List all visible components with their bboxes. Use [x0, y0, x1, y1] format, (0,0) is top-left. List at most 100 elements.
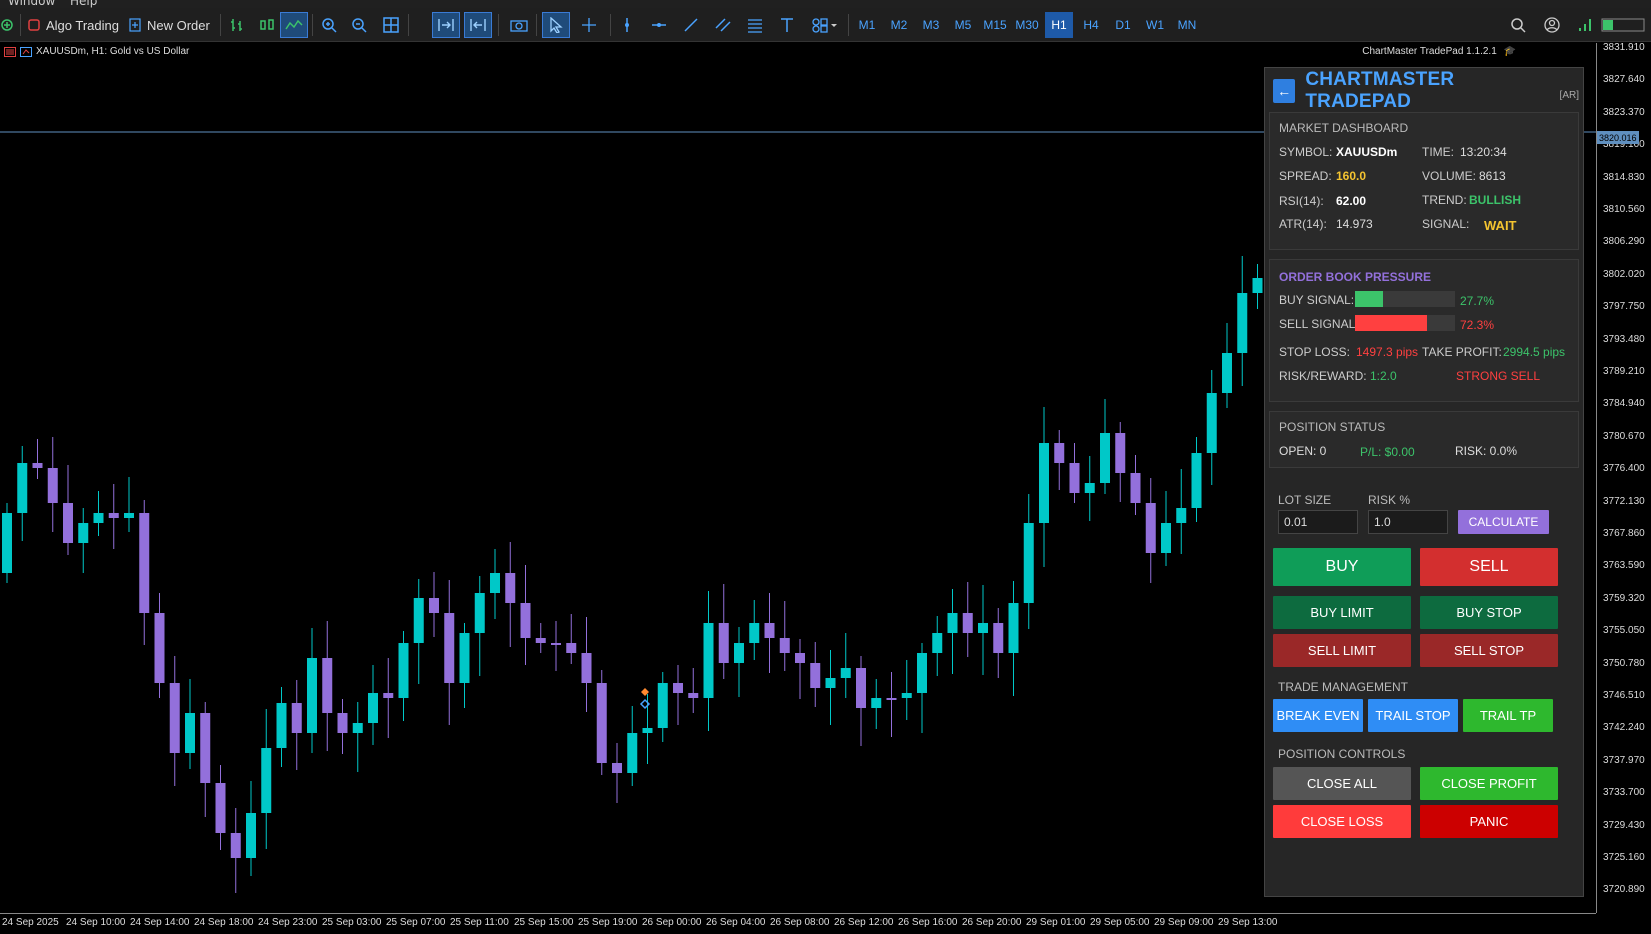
time-tick: 24 Sep 10:00 — [66, 917, 126, 928]
text-tool-icon[interactable] — [774, 12, 800, 38]
menu-help[interactable]: Help — [70, 0, 97, 8]
close-all-button[interactable]: CLOSE ALL — [1273, 767, 1411, 800]
zoom-in-icon[interactable] — [316, 12, 342, 38]
timeframe-d1[interactable]: D1 — [1109, 12, 1137, 38]
trail-stop-button[interactable]: TRAIL STOP — [1368, 699, 1458, 732]
price-tick: 3823.370 — [1603, 106, 1645, 118]
risk-pct-input[interactable]: 1.0 — [1368, 510, 1448, 534]
timeframe-w1[interactable]: W1 — [1141, 12, 1169, 38]
price-axis[interactable]: 3831.910 3827.640 3823.370 3819.100 3814.830… — [1596, 42, 1651, 913]
risk-pct-label: RISK % — [1368, 493, 1411, 507]
search-icon[interactable] — [1506, 12, 1530, 38]
stop-icon — [28, 19, 40, 31]
language-toggle[interactable]: [AR] — [1560, 90, 1579, 101]
volume-label: VOLUME: — [1422, 169, 1477, 183]
candle-body — [322, 658, 333, 713]
chart-menu-icon[interactable] — [4, 46, 16, 57]
price-tick: 3810.560 — [1603, 204, 1645, 215]
close-loss-button[interactable]: CLOSE LOSS — [1273, 805, 1411, 838]
volume-value: 8613 — [1479, 169, 1506, 183]
algo-trading-button[interactable]: Algo Trading — [28, 12, 123, 38]
timeframe-mn[interactable]: MN — [1173, 12, 1201, 38]
lot-size-input[interactable]: 0.01 — [1278, 510, 1358, 534]
buy-signal-bar — [1355, 291, 1455, 307]
candle-body — [368, 693, 378, 723]
time-tick: 29 Sep 09:00 — [1154, 917, 1214, 928]
candle-body — [505, 573, 516, 603]
spread-label: SPREAD: — [1279, 169, 1332, 183]
calculate-button[interactable]: CALCULATE — [1458, 510, 1549, 534]
crosshair-icon[interactable] — [576, 12, 602, 38]
buy-stop-button[interactable]: BUY STOP — [1420, 596, 1558, 629]
horizontal-line-icon[interactable] — [646, 12, 672, 38]
candle-body — [688, 693, 699, 698]
shapes-icon[interactable] — [806, 12, 842, 38]
order-book-pressure: ORDER BOOK PRESSURE BUY SIGNAL: 27.7% SE… — [1269, 259, 1579, 402]
price-tick: 3720.890 — [1603, 884, 1645, 896]
panic-button[interactable]: PANIC — [1420, 805, 1558, 838]
vertical-line-icon[interactable] — [614, 12, 640, 38]
sell-limit-button[interactable]: SELL LIMIT — [1273, 634, 1411, 667]
trendline-icon[interactable] — [678, 12, 704, 38]
menu-window[interactable]: Window — [8, 0, 55, 8]
add-chart-icon[interactable] — [0, 12, 14, 38]
candle-body — [612, 763, 622, 773]
fibonacci-icon[interactable] — [742, 12, 768, 38]
price-tick: 3802.020 — [1603, 268, 1645, 280]
time-tick: 26 Sep 00:00 — [642, 917, 702, 928]
time-tick: 25 Sep 11:00 — [450, 917, 509, 928]
candle-body — [703, 623, 714, 698]
zoom-out-icon[interactable] — [346, 12, 372, 38]
channel-icon[interactable] — [710, 12, 736, 38]
timeframe-m3[interactable]: M3 — [917, 12, 945, 38]
autoscroll-icon[interactable] — [432, 12, 460, 38]
bar-chart-icon[interactable] — [224, 12, 250, 38]
cursor-icon[interactable] — [542, 12, 570, 38]
price-tick: 3737.970 — [1603, 754, 1645, 766]
connection-bar-icon[interactable] — [1600, 12, 1646, 38]
candle-body — [734, 643, 744, 663]
tile-windows-icon[interactable] — [378, 12, 404, 38]
signal-value: WAIT — [1484, 218, 1517, 233]
candle-body — [749, 623, 760, 643]
orderbook-title: ORDER BOOK PRESSURE — [1279, 270, 1432, 284]
line-chart-icon[interactable] — [280, 12, 308, 38]
back-arrow-button[interactable]: ← — [1273, 79, 1296, 103]
candle-body — [581, 653, 592, 683]
timeframe-m15[interactable]: M15 — [981, 12, 1009, 38]
screenshot-icon[interactable] — [506, 12, 532, 38]
buy-button[interactable]: BUY — [1273, 548, 1411, 586]
timeframe-h4[interactable]: H4 — [1077, 12, 1105, 38]
timeframe-m1[interactable]: M1 — [853, 12, 881, 38]
signal-level-icon[interactable] — [1574, 12, 1596, 38]
buy-limit-button[interactable]: BUY LIMIT — [1273, 596, 1411, 629]
time-tick: 29 Sep 13:00 — [1218, 917, 1278, 928]
candle-body — [139, 513, 150, 613]
chart-shift-icon[interactable] — [464, 12, 492, 38]
sell-button[interactable]: SELL — [1420, 548, 1558, 586]
chart-type-icon[interactable] — [20, 46, 32, 57]
candlestick-icon[interactable] — [254, 12, 280, 38]
price-tick: 3772.130 — [1603, 495, 1645, 507]
trail-tp-button[interactable]: TRAIL TP — [1463, 699, 1553, 732]
back-arrow-icon: ← — [1277, 83, 1292, 99]
time-tick: 25 Sep 15:00 — [514, 917, 574, 928]
symbol-info: XAUUSDm, H1: Gold vs US Dollar — [36, 46, 190, 57]
account-icon[interactable] — [1540, 12, 1564, 38]
sell-stop-button[interactable]: SELL STOP — [1420, 634, 1558, 667]
time-axis[interactable]: 24 Sep 2025 24 Sep 10:00 24 Sep 14:00 24 Se… — [0, 913, 1596, 934]
candle-body — [1084, 483, 1095, 493]
market-dashboard: MARKET DASHBOARD SYMBOL: XAUUSDm TIME: 1… — [1269, 112, 1579, 250]
stop-loss-value: 1497.3 pips — [1356, 345, 1419, 359]
break-even-button[interactable]: BREAK EVEN — [1273, 699, 1363, 732]
timeframe-h1[interactable]: H1 — [1045, 12, 1073, 38]
candle-body — [1100, 433, 1110, 483]
time-label: TIME: — [1422, 145, 1454, 159]
timeframe-m5[interactable]: M5 — [949, 12, 977, 38]
sell-signal-bar — [1355, 315, 1455, 331]
close-profit-button[interactable]: CLOSE PROFIT — [1420, 767, 1558, 800]
new-order-button[interactable]: New Order — [128, 12, 216, 38]
timeframe-m30[interactable]: M30 — [1013, 12, 1041, 38]
candle-body — [764, 623, 775, 638]
timeframe-m2[interactable]: M2 — [885, 12, 913, 38]
